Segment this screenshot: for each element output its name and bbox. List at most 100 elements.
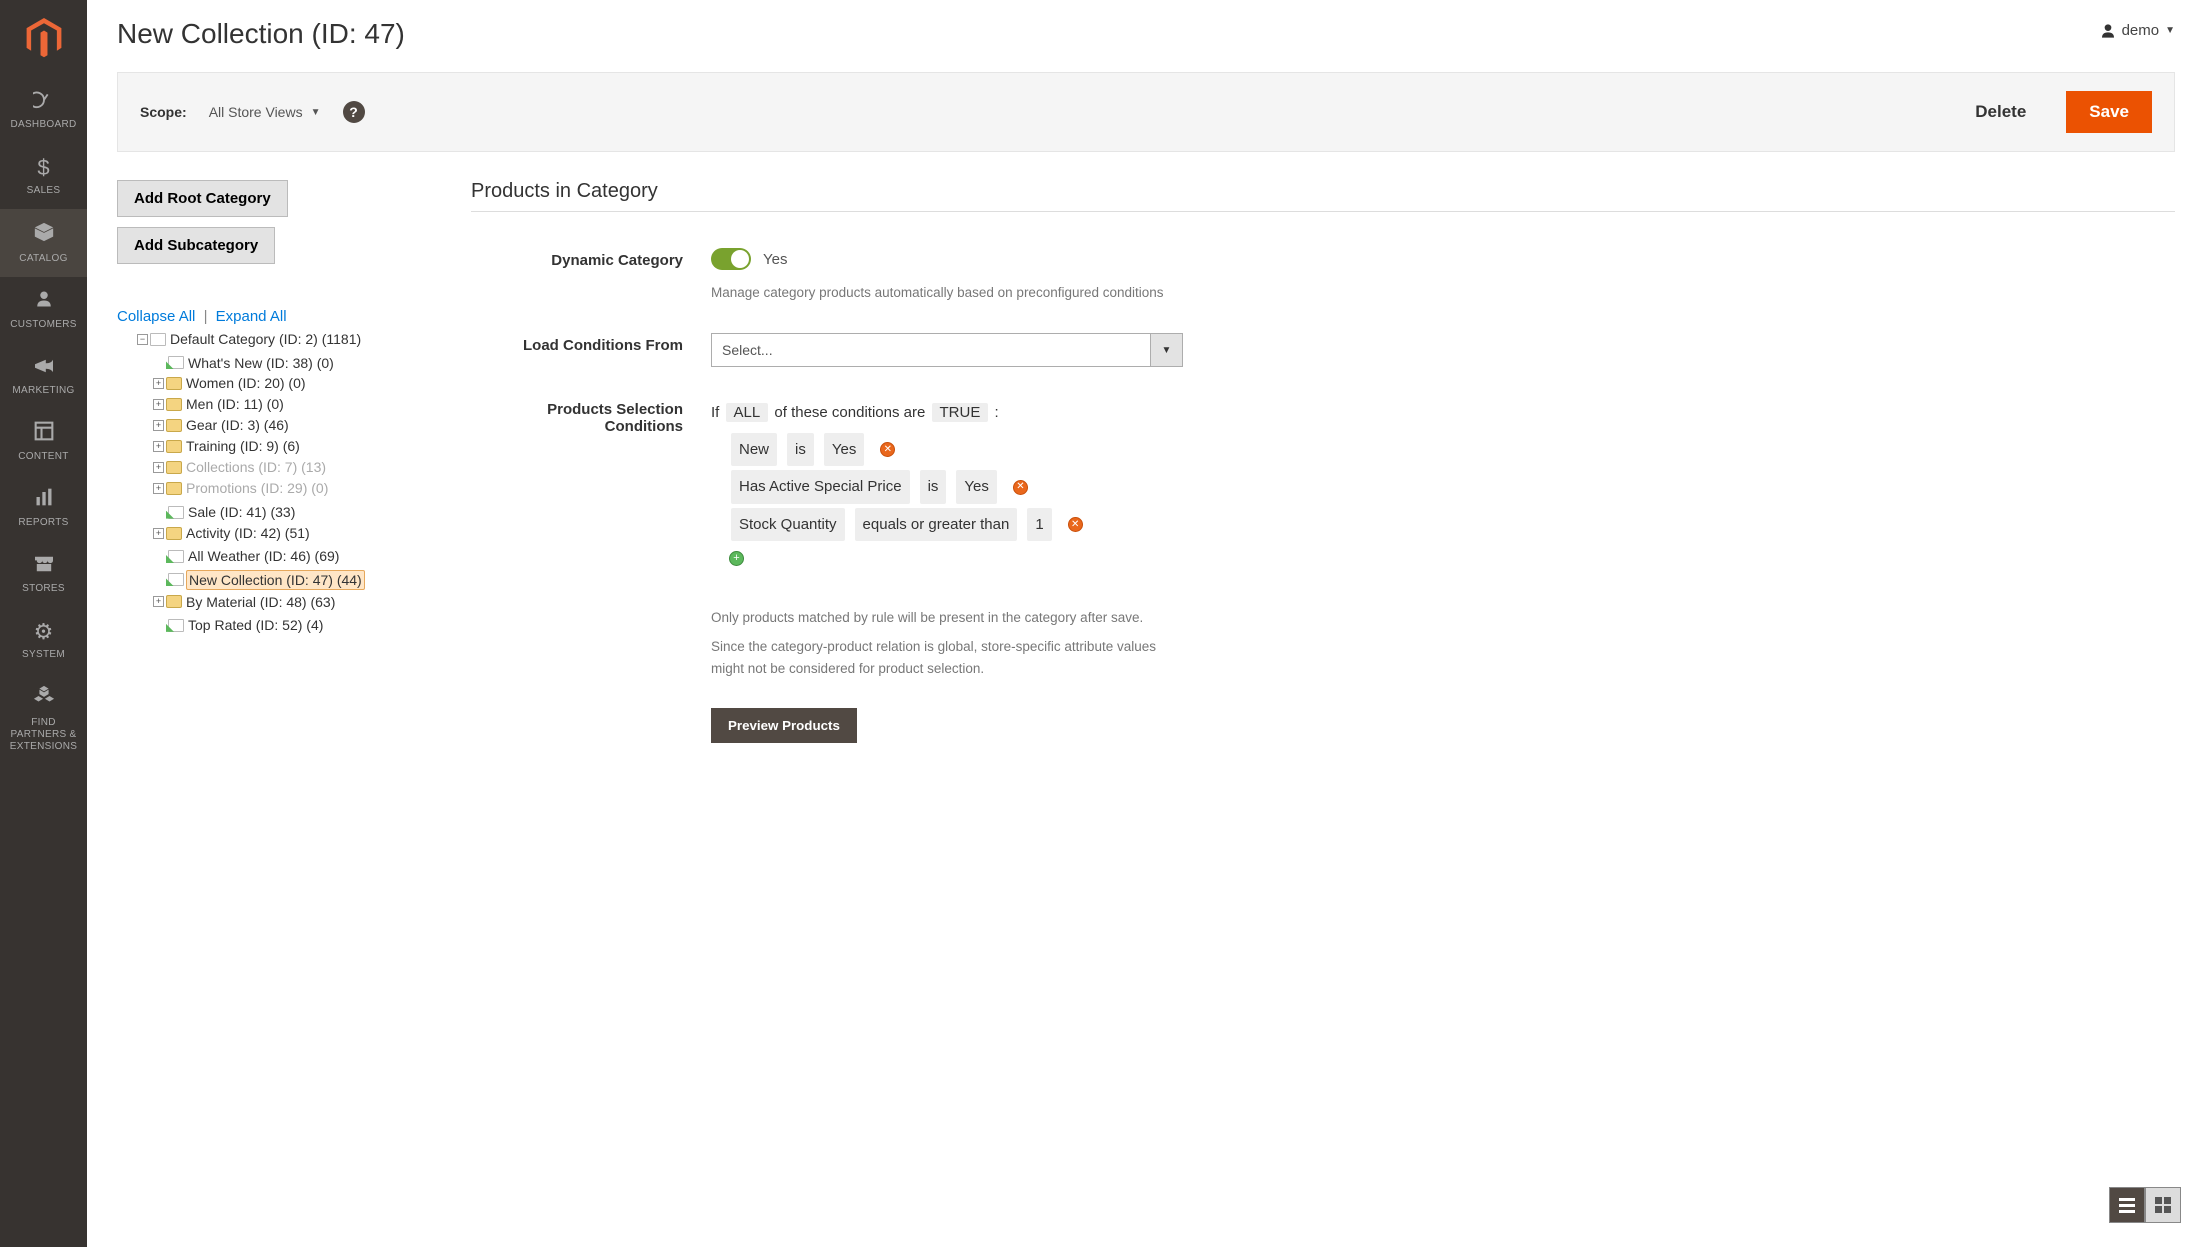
box-icon [33, 221, 55, 249]
page-icon [150, 333, 166, 346]
page-icon [168, 619, 184, 632]
nav-catalog[interactable]: CATALOG [0, 209, 87, 277]
condition-operator[interactable]: is [787, 433, 814, 467]
page-icon [168, 573, 184, 586]
tree-node[interactable]: Activity (ID: 42) (51) [184, 524, 312, 543]
conditions-label: Products Selection Conditions [471, 397, 711, 435]
tree-controls: Collapse All | Expand All [117, 308, 437, 325]
help-icon[interactable]: ? [343, 101, 365, 123]
tree-node[interactable]: Men (ID: 11) (0) [184, 395, 286, 414]
page-icon [168, 356, 184, 369]
tree-node[interactable]: Women (ID: 20) (0) [184, 374, 308, 393]
tree-toggle[interactable]: + [153, 483, 164, 494]
tree-node[interactable]: Sale (ID: 41) (33) [186, 503, 297, 522]
aggregator-token[interactable]: ALL [726, 403, 769, 422]
nav-label: SALES [27, 185, 61, 197]
user-name: demo [2122, 22, 2160, 39]
tree-toggle[interactable]: + [153, 528, 164, 539]
user-icon [2100, 23, 2116, 39]
tree-toggle[interactable]: + [153, 462, 164, 473]
gear-icon: ⚙ [34, 619, 54, 645]
remove-condition-icon[interactable]: ✕ [880, 442, 895, 457]
view-mode-switcher [2109, 1187, 2181, 1223]
expand-all-link[interactable]: Expand All [216, 308, 287, 325]
condition-attribute[interactable]: New [731, 433, 777, 467]
tree-node[interactable]: What's New (ID: 38) (0) [186, 354, 336, 373]
list-view-button[interactable] [2109, 1187, 2145, 1223]
scope-select[interactable]: All Store Views ▼ [209, 104, 321, 120]
nav-content[interactable]: CONTENT [0, 409, 87, 475]
nav-dashboard[interactable]: DASHBOARD [0, 75, 87, 143]
nav-label: DASHBOARD [10, 119, 76, 131]
collapse-all-link[interactable]: Collapse All [117, 308, 195, 325]
magento-logo[interactable] [0, 0, 87, 75]
tree-node[interactable]: Promotions (ID: 29) (0) [184, 479, 330, 498]
nav-label: MARKETING [12, 385, 74, 397]
add-root-category-button[interactable]: Add Root Category [117, 180, 288, 217]
save-button[interactable]: Save [2066, 91, 2152, 133]
nav-label: CUSTOMERS [10, 319, 76, 331]
folder-icon [166, 419, 182, 432]
nav-sales[interactable]: $ SALES [0, 143, 87, 209]
tree-node[interactable]: By Material (ID: 48) (63) [184, 593, 337, 612]
nav-partners[interactable]: FIND PARTNERS & EXTENSIONS [0, 673, 87, 765]
remove-condition-icon[interactable]: ✕ [1068, 517, 1083, 532]
grid-view-button[interactable] [2145, 1187, 2181, 1223]
section-title: Products in Category [471, 180, 2175, 203]
caret-down-icon: ▼ [311, 107, 321, 118]
tree-node[interactable]: Collections (ID: 7) (13) [184, 458, 328, 477]
category-tree: − Default Category (ID: 2) (1181) What's… [117, 328, 437, 635]
dynamic-category-toggle[interactable] [711, 248, 751, 270]
aggregator-value-token[interactable]: TRUE [932, 403, 989, 422]
divider [471, 211, 2175, 212]
layout-icon [34, 421, 54, 447]
dynamic-category-note: Manage category products automatically b… [711, 283, 2175, 303]
tree-toggle[interactable]: + [153, 399, 164, 410]
delete-button[interactable]: Delete [1957, 92, 2044, 132]
scope-value: All Store Views [209, 104, 303, 120]
add-subcategory-button[interactable]: Add Subcategory [117, 227, 275, 264]
tree-toggle[interactable]: + [153, 441, 164, 452]
preview-products-button[interactable]: Preview Products [711, 708, 857, 743]
condition-operator[interactable]: is [920, 470, 947, 504]
folder-icon [166, 482, 182, 495]
nav-label: FIND PARTNERS & EXTENSIONS [4, 717, 83, 753]
folder-icon [166, 461, 182, 474]
nav-marketing[interactable]: MARKETING [0, 343, 87, 409]
load-conditions-select[interactable]: Select... ▼ [711, 333, 1183, 367]
condition-value[interactable]: Yes [824, 433, 864, 467]
condition-value[interactable]: 1 [1027, 508, 1051, 542]
add-condition-icon[interactable]: + [729, 551, 744, 566]
dynamic-category-label: Dynamic Category [471, 248, 711, 269]
chart-icon [34, 487, 54, 513]
user-menu[interactable]: demo ▼ [2100, 22, 2175, 39]
tree-node[interactable]: All Weather (ID: 46) (69) [186, 547, 341, 566]
admin-sidebar: DASHBOARD $ SALES CATALOG CUSTOMERS MARK… [0, 0, 87, 1247]
nav-stores[interactable]: STORES [0, 541, 87, 607]
nav-customers[interactable]: CUSTOMERS [0, 277, 87, 343]
store-icon [33, 553, 55, 579]
nav-system[interactable]: ⚙ SYSTEM [0, 607, 87, 673]
page-icon [168, 506, 184, 519]
condition-attribute[interactable]: Stock Quantity [731, 508, 845, 542]
remove-condition-icon[interactable]: ✕ [1013, 480, 1028, 495]
conditions-note-2: Since the category-product relation is g… [711, 636, 1191, 679]
tree-toggle[interactable]: − [137, 334, 148, 345]
folder-icon [166, 595, 182, 608]
nav-reports[interactable]: REPORTS [0, 475, 87, 541]
tree-node[interactable]: New Collection (ID: 47) (44) [186, 570, 365, 591]
tree-toggle[interactable]: + [153, 596, 164, 607]
tree-node[interactable]: Gear (ID: 3) (46) [184, 416, 291, 435]
condition-operator[interactable]: equals or greater than [855, 508, 1018, 542]
condition-attribute[interactable]: Has Active Special Price [731, 470, 910, 504]
tree-node-root[interactable]: Default Category (ID: 2) (1181) [168, 330, 363, 349]
caret-down-icon: ▼ [2165, 25, 2175, 36]
toolbar: Scope: All Store Views ▼ ? Delete Save [117, 72, 2175, 152]
tree-node[interactable]: Training (ID: 9) (6) [184, 437, 302, 456]
tree-toggle[interactable]: + [153, 420, 164, 431]
condition-value[interactable]: Yes [956, 470, 996, 504]
tree-node[interactable]: Top Rated (ID: 52) (4) [186, 616, 325, 635]
scope-label: Scope: [140, 104, 187, 120]
condition-rule: Has Active Special Price is Yes ✕ [711, 470, 2175, 504]
tree-toggle[interactable]: + [153, 378, 164, 389]
